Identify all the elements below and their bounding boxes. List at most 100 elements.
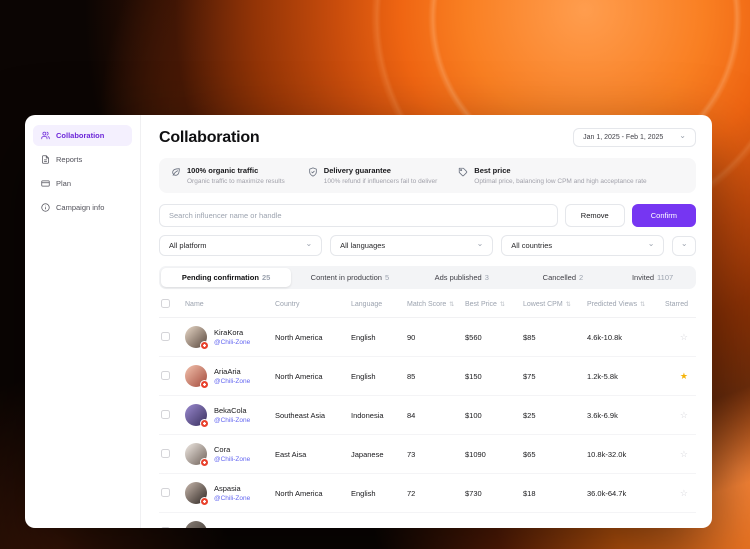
date-range-select[interactable]: Jan 1, 2025 - Feb 1, 2025 ⌄ xyxy=(573,128,696,147)
benefit-subtitle: 100% refund if influencers fail to deliv… xyxy=(323,178,438,185)
row-checkbox[interactable] xyxy=(161,526,170,528)
platform-filter-select[interactable]: All platform ⌄ xyxy=(159,235,323,256)
shield-check-icon xyxy=(309,167,317,177)
cell-country: East Aisa xyxy=(275,449,307,459)
sort-icon: ⇅ xyxy=(449,302,455,308)
column-header-best-price[interactable]: Best Price ⇅ xyxy=(465,301,523,308)
cell-country: Southeast Asia xyxy=(275,410,326,420)
star-icon[interactable]: ☆ xyxy=(680,527,688,528)
main-content: Collaboration Jan 1, 2025 - Feb 1, 2025 … xyxy=(141,115,712,528)
cell-lowest-cpm: $65 xyxy=(523,449,536,459)
row-checkbox[interactable] xyxy=(161,331,170,341)
influencer-name: Cora xyxy=(214,445,231,454)
benefit-title: 100% organic traffic xyxy=(187,166,259,175)
table-row[interactable]: AriaAria @Chili-Zone North America Engli… xyxy=(159,357,696,396)
confirm-button[interactable]: Confirm xyxy=(631,204,696,227)
tab-count: 5 xyxy=(384,273,390,282)
cell-match-score: 90 xyxy=(407,332,416,342)
influencer-handle[interactable]: @Chili-Zone xyxy=(214,417,250,424)
cell-match-score: 73 xyxy=(407,449,416,459)
app-window: Collaboration Reports Plan Campaign info… xyxy=(25,115,712,528)
tab-count: 1107 xyxy=(657,273,674,282)
star-icon[interactable]: ☆ xyxy=(680,488,688,498)
platform-badge-icon xyxy=(200,341,209,350)
chevron-down-icon: ⌄ xyxy=(679,130,686,140)
cell-language: Indonesia xyxy=(351,410,384,420)
influencer-handle[interactable]: @Chili-Zone xyxy=(214,495,250,502)
country-filter-select[interactable]: All countries ⌄ xyxy=(501,235,665,256)
platform-filter-value: All platform xyxy=(169,241,207,250)
influencer-handle[interactable]: @Chili-Zone xyxy=(214,456,250,463)
sidebar-item-reports[interactable]: Reports xyxy=(33,149,132,170)
benefits-banner: 100% organic traffic Organic traffic to … xyxy=(159,158,696,193)
tab-cancelled[interactable]: Cancelled 2 xyxy=(515,268,611,287)
avatar xyxy=(185,365,209,389)
tab-invited[interactable]: Invited 1107 xyxy=(611,268,694,287)
table-row[interactable]: Cora @Chili-Zone East Aisa Japanese 73 $… xyxy=(159,435,696,474)
cell-predicted-views: 1.2k-5.8k xyxy=(587,371,618,381)
column-header-predicted-views[interactable]: Predicted Views ⇅ xyxy=(587,301,665,308)
avatar xyxy=(185,326,209,350)
cell-match-score: 72 xyxy=(407,488,416,498)
table-header: Name Country Language Match Score ⇅ Best… xyxy=(159,299,696,318)
remove-button[interactable]: Remove xyxy=(564,204,625,227)
table-row[interactable]: ☆ xyxy=(159,513,696,528)
report-document-icon xyxy=(42,155,49,164)
column-header-name: Name xyxy=(185,301,204,308)
price-tag-icon xyxy=(459,167,468,177)
sort-icon: ⇅ xyxy=(640,302,646,308)
tab-ads-published[interactable]: Ads published 3 xyxy=(409,268,515,287)
column-header-match-score[interactable]: Match Score ⇅ xyxy=(407,301,465,308)
language-filter-value: All languages xyxy=(340,241,386,250)
cell-language: Japanese xyxy=(351,449,384,459)
sort-icon: ⇅ xyxy=(499,302,505,308)
tab-count: 2 xyxy=(579,273,584,282)
tab-label: Content in production xyxy=(310,273,382,282)
row-checkbox[interactable] xyxy=(161,487,170,497)
column-header-country: Country xyxy=(275,301,300,308)
influencer-handle[interactable]: @Chili-Zone xyxy=(214,339,250,346)
avatar xyxy=(185,521,207,528)
sidebar-item-plan[interactable]: Plan xyxy=(33,173,132,194)
platform-badge-icon xyxy=(200,497,209,506)
influencer-name: AriaAria xyxy=(214,367,241,376)
table-row[interactable]: KiraKora @Chili-Zone North America Engli… xyxy=(159,318,696,357)
benefit-organic-traffic: 100% organic traffic Organic traffic to … xyxy=(171,166,308,185)
sidebar-item-collaboration[interactable]: Collaboration xyxy=(33,125,132,146)
influencer-handle[interactable]: @Chili-Zone xyxy=(214,378,250,385)
cell-best-price: $730 xyxy=(465,488,482,498)
avatar-image xyxy=(185,521,207,528)
tab-label: Pending confirmation xyxy=(181,273,259,282)
cell-predicted-views: 10.8k-32.0k xyxy=(587,449,627,459)
column-header-language: Language xyxy=(351,301,383,308)
tab-pending-confirmation[interactable]: Pending confirmation 25 xyxy=(161,268,292,287)
row-checkbox[interactable] xyxy=(161,370,170,380)
cell-predicted-views: 3.6k-6.9k xyxy=(587,410,618,420)
star-icon[interactable]: ☆ xyxy=(680,449,688,459)
tab-content-in-production[interactable]: Content in production 5 xyxy=(291,268,409,287)
star-icon[interactable]: ★ xyxy=(680,371,688,381)
cell-best-price: $150 xyxy=(465,371,482,381)
more-filters-button[interactable]: ⌄ xyxy=(672,235,696,256)
star-icon[interactable]: ☆ xyxy=(680,410,688,420)
table-row[interactable]: BekaCola @Chili-Zone Southeast Asia Indo… xyxy=(159,396,696,435)
search-input[interactable] xyxy=(159,204,558,227)
table-row[interactable]: Aspasia @Chili-Zone North America Englis… xyxy=(159,474,696,513)
tab-label: Cancelled xyxy=(542,273,577,282)
cell-lowest-cpm: $18 xyxy=(523,488,536,498)
star-icon[interactable]: ☆ xyxy=(680,332,688,342)
row-checkbox[interactable] xyxy=(161,448,170,458)
sidebar-item-label: Collaboration xyxy=(56,131,105,140)
select-all-checkbox[interactable] xyxy=(161,299,170,308)
date-range-value: Jan 1, 2025 - Feb 1, 2025 xyxy=(583,134,664,141)
cell-lowest-cpm: $25 xyxy=(523,410,536,420)
chevron-down-icon: ⌄ xyxy=(476,238,484,248)
cell-language: English xyxy=(351,371,376,381)
cell-predicted-views: 36.0k-64.7k xyxy=(587,488,627,498)
language-filter-select[interactable]: All languages ⌄ xyxy=(330,235,494,256)
column-header-lowest-cpm[interactable]: Lowest CPM ⇅ xyxy=(523,301,587,308)
sidebar-item-campaign-info[interactable]: Campaign info xyxy=(33,197,132,218)
sort-icon: ⇅ xyxy=(565,302,571,308)
row-checkbox[interactable] xyxy=(161,409,170,419)
cell-lowest-cpm: $75 xyxy=(523,371,536,381)
